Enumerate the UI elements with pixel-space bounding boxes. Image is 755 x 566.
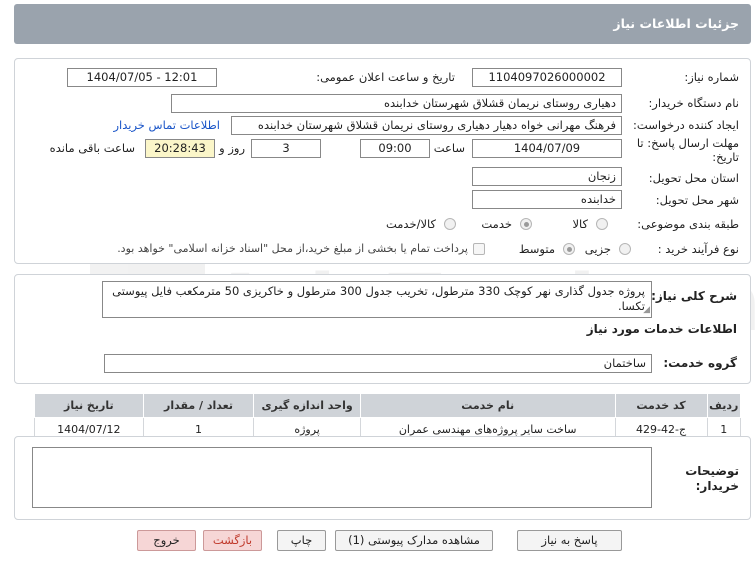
col-quantity: تعداد / مقدار <box>142 393 255 418</box>
buyer-notes-label: توضیحات <box>685 464 739 478</box>
deadline-time-label: ساعت <box>433 141 465 155</box>
table-header-row: ردیف کد خدمت نام خدمت واحد اندازه گیری ت… <box>34 393 742 418</box>
treasury-payment-checkbox[interactable] <box>473 243 485 255</box>
exit-button[interactable]: خروج <box>137 530 196 551</box>
deadline-time-field: 09:00 <box>360 139 430 158</box>
province-label: استان محل تحویل: <box>648 171 739 185</box>
deadline-label-date: تاریخ: <box>712 150 739 164</box>
page-title: جزئیات اطلاعات نیاز <box>613 16 739 31</box>
need-number-label: شماره نیاز: <box>684 70 739 84</box>
process-option-minor: جزیی <box>584 242 611 256</box>
process-type-label: نوع فرآیند خرید : <box>657 242 739 256</box>
col-need-date: تاریخ نیاز <box>34 393 144 418</box>
category-radio-goods-service[interactable] <box>444 218 456 230</box>
reply-button[interactable]: پاسخ به نیاز <box>517 530 622 551</box>
category-label: طبقه بندی موضوعی: <box>637 217 739 231</box>
category-radio-goods[interactable] <box>596 218 608 230</box>
resize-grip-icon[interactable]: ◢ <box>643 305 650 315</box>
description-textarea[interactable]: پروژه جدول گذاری نهر کوچک 330 مترطول، تخ… <box>102 281 652 318</box>
remaining-time-label: ساعت باقی مانده <box>49 141 135 155</box>
services-table: ردیف کد خدمت نام خدمت واحد اندازه گیری ت… <box>34 393 742 442</box>
announce-date-field: 1404/07/05 - 12:01 <box>67 68 217 87</box>
col-unit: واحد اندازه گیری <box>253 393 361 418</box>
process-option-medium: متوسط <box>518 242 555 256</box>
days-label: روز و <box>219 141 245 155</box>
details-panel <box>14 58 751 264</box>
services-section-title: اطلاعات خدمات مورد نیاز <box>586 322 737 336</box>
category-radio-service[interactable] <box>520 218 532 230</box>
buyer-contact-link[interactable]: اطلاعات تماس خریدار <box>113 118 220 132</box>
view-attachments-button[interactable]: مشاهده مدارک پیوستی (1) <box>335 530 493 551</box>
remaining-time-field: 20:28:43 <box>145 139 215 158</box>
buyer-org-label: نام دستگاه خریدار: <box>648 96 739 110</box>
col-service-code: کد خدمت <box>614 393 708 418</box>
process-radio-minor[interactable] <box>619 243 631 255</box>
service-group-field: ساختمان <box>104 354 652 373</box>
category-option-goods-service: کالا/خدمت <box>385 217 436 231</box>
need-number-field: 1104097026000002 <box>472 68 622 87</box>
province-field: زنجان <box>472 167 622 186</box>
deadline-label: مهلت ارسال پاسخ: تا <box>636 136 739 150</box>
buyer-notes-label-2: خریدار: <box>695 479 739 493</box>
process-radio-medium[interactable] <box>563 243 575 255</box>
deadline-date-field: 1404/07/09 <box>472 139 622 158</box>
description-label: شرح کلی نیاز: <box>651 289 737 303</box>
city-label: شهر محل تحویل: <box>655 193 739 207</box>
days-remaining-field: 3 <box>251 139 321 158</box>
print-button[interactable]: چاپ <box>277 530 326 551</box>
buyer-notes-textarea[interactable] <box>32 447 652 508</box>
category-option-service: خدمت <box>481 217 512 231</box>
treasury-payment-note: پرداخت تمام یا بخشی از مبلغ خرید،از محل … <box>117 242 468 255</box>
service-group-label: گروه خدمت: <box>663 356 737 370</box>
col-row: ردیف <box>706 393 742 418</box>
back-button[interactable]: بازگشت <box>203 530 262 551</box>
buyer-org-field: دهیاری روستای نریمان قشلاق شهرستان خدابن… <box>171 94 622 113</box>
announce-date-label: تاریخ و ساعت اعلان عمومی: <box>316 70 455 84</box>
requester-label: ایجاد کننده درخواست: <box>633 118 739 132</box>
category-option-goods: کالا <box>572 217 588 231</box>
city-field: خدابنده <box>472 190 622 209</box>
col-service-name: نام خدمت <box>359 393 616 418</box>
requester-field: فرهنگ مهرانی خواه دهیار دهیاری روستای نر… <box>231 116 622 135</box>
page-header: جزئیات اطلاعات نیاز <box>14 4 751 44</box>
